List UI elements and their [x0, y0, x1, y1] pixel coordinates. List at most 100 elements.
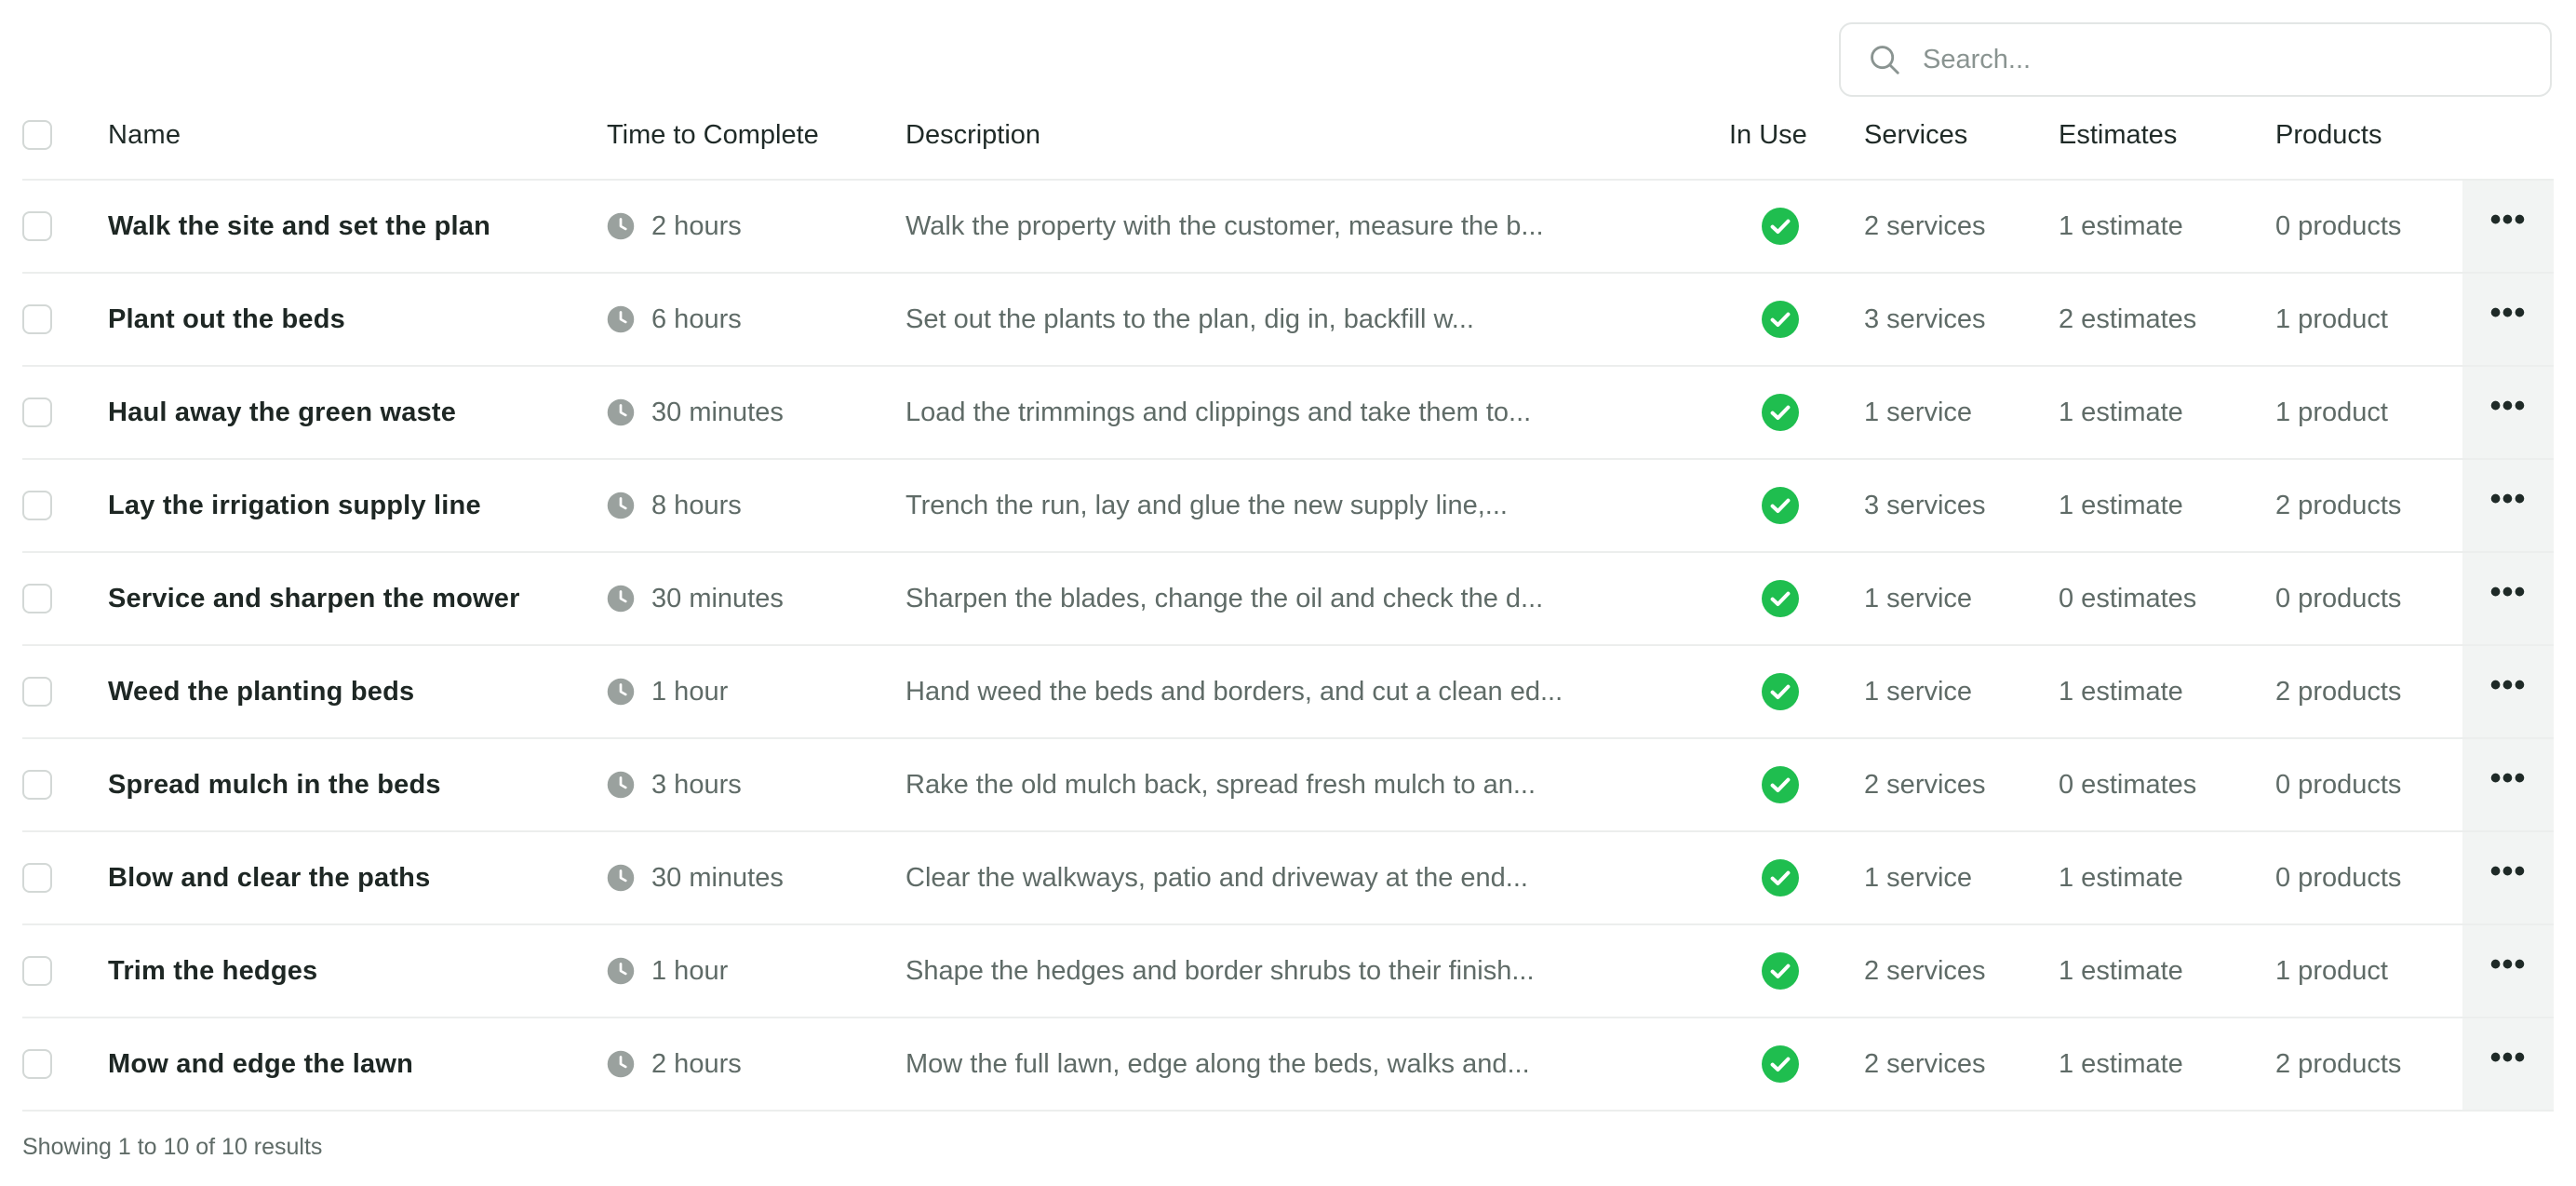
- row-checkbox[interactable]: [22, 863, 52, 893]
- task-time-value: 6 hours: [651, 303, 742, 334]
- task-description: Clear the walkways, patio and driveway a…: [906, 862, 1528, 893]
- task-estimates: 1 estimate: [2059, 955, 2183, 986]
- task-name[interactable]: Trim the hedges: [108, 925, 592, 1017]
- task-time-value: 2 hours: [651, 1048, 742, 1079]
- task-services: 1 service: [1864, 583, 1973, 613]
- task-description: Load the trimmings and clippings and tak…: [906, 397, 1532, 427]
- select-all-checkbox[interactable]: [22, 120, 52, 150]
- task-name[interactable]: Weed the planting beds: [108, 646, 592, 737]
- table-header: Name Time to Complete Description In Use…: [22, 91, 2554, 181]
- task-products: 1 product: [2275, 303, 2388, 334]
- clock-icon: [607, 957, 635, 985]
- task-name[interactable]: Walk the site and set the plan: [108, 181, 592, 272]
- table-row[interactable]: Walk the site and set the plan 2 hours Wal…: [22, 181, 2554, 274]
- column-header-name[interactable]: Name: [108, 91, 592, 179]
- task-time-value: 8 hours: [651, 490, 742, 520]
- task-products: 0 products: [2275, 862, 2402, 893]
- more-horizontal-icon[interactable]: •••: [2490, 297, 2527, 329]
- more-horizontal-icon[interactable]: •••: [2490, 949, 2527, 980]
- task-description: Set out the plants to the plan, dig in, …: [906, 303, 1474, 334]
- table-row[interactable]: Weed the planting beds 1 hour Hand weed th…: [22, 646, 2554, 739]
- task-name[interactable]: Service and sharpen the mower: [108, 553, 592, 644]
- column-header-products[interactable]: Products: [2275, 91, 2462, 179]
- row-select-cell: [22, 832, 78, 923]
- row-actions-cell: •••: [2462, 553, 2554, 644]
- task-estimates: 1 estimate: [2059, 676, 2183, 707]
- column-header-services[interactable]: Services: [1864, 91, 2041, 179]
- task-services: 2 services: [1864, 1048, 1986, 1079]
- more-horizontal-icon[interactable]: •••: [2490, 576, 2527, 608]
- task-products: 2 products: [2275, 676, 2402, 707]
- clock-icon: [607, 864, 635, 892]
- table-row[interactable]: Spread mulch in the beds 3 hours Rake the …: [22, 739, 2554, 832]
- row-select-cell: [22, 460, 78, 551]
- column-header-description[interactable]: Description: [906, 91, 1631, 179]
- task-time-value: 30 minutes: [651, 583, 784, 613]
- table-row[interactable]: Service and sharpen the mower 30 minutes S…: [22, 553, 2554, 646]
- task-time: 30 minutes: [607, 553, 895, 644]
- row-checkbox[interactable]: [22, 770, 52, 800]
- more-horizontal-icon[interactable]: •••: [2490, 856, 2527, 887]
- task-estimates: 1 estimate: [2059, 490, 2183, 520]
- task-products: 1 product: [2275, 397, 2388, 427]
- more-horizontal-icon[interactable]: •••: [2490, 669, 2527, 701]
- row-select-cell: [22, 181, 78, 272]
- clock-icon: [607, 1050, 635, 1078]
- task-time: 8 hours: [607, 460, 895, 551]
- table-row[interactable]: Haul away the green waste 30 minutes Load …: [22, 367, 2554, 460]
- column-header-estimates[interactable]: Estimates: [2059, 91, 2254, 179]
- task-services: 1 service: [1864, 862, 1973, 893]
- pagination-summary: Showing 1 to 10 of 10 results: [22, 1134, 323, 1160]
- task-time: 1 hour: [607, 925, 895, 1017]
- row-select-cell: [22, 925, 78, 1017]
- more-horizontal-icon[interactable]: •••: [2490, 204, 2527, 236]
- task-time-value: 2 hours: [651, 210, 742, 241]
- clock-icon: [607, 492, 635, 519]
- task-services: 1 service: [1864, 397, 1973, 427]
- task-time-value: 30 minutes: [651, 862, 784, 893]
- in-use-cell: [1729, 181, 1831, 272]
- in-use-cell: [1729, 832, 1831, 923]
- task-time: 2 hours: [607, 1018, 895, 1110]
- row-checkbox[interactable]: [22, 304, 52, 334]
- column-header-time[interactable]: Time to Complete: [607, 91, 895, 179]
- task-description: Shape the hedges and border shrubs to th…: [906, 955, 1535, 986]
- row-select-cell: [22, 1018, 78, 1110]
- table-row[interactable]: Lay the irrigation supply line 8 hours Tre…: [22, 460, 2554, 553]
- check-circle-icon: [1762, 580, 1799, 617]
- row-select-cell: [22, 367, 78, 458]
- table-row[interactable]: Blow and clear the paths 30 minutes Clear …: [22, 832, 2554, 925]
- clock-icon: [607, 678, 635, 706]
- row-checkbox[interactable]: [22, 211, 52, 241]
- row-checkbox[interactable]: [22, 584, 52, 613]
- more-horizontal-icon[interactable]: •••: [2490, 762, 2527, 794]
- task-name[interactable]: Mow and edge the lawn: [108, 1018, 592, 1110]
- column-header-in-use[interactable]: In Use: [1729, 91, 1831, 179]
- row-checkbox[interactable]: [22, 398, 52, 427]
- table-row[interactable]: Plant out the beds 6 hours Set out the pla…: [22, 274, 2554, 367]
- check-circle-icon: [1762, 301, 1799, 338]
- task-services: 1 service: [1864, 676, 1973, 707]
- row-checkbox[interactable]: [22, 677, 52, 707]
- in-use-cell: [1729, 460, 1831, 551]
- task-estimates: 1 estimate: [2059, 397, 2183, 427]
- search-input[interactable]: [1921, 43, 2502, 76]
- more-horizontal-icon[interactable]: •••: [2490, 1042, 2527, 1073]
- table-row[interactable]: Trim the hedges 1 hour Shape the hedges an…: [22, 925, 2554, 1018]
- task-services: 2 services: [1864, 955, 1986, 986]
- more-horizontal-icon[interactable]: •••: [2490, 483, 2527, 515]
- task-name[interactable]: Plant out the beds: [108, 274, 592, 365]
- task-name[interactable]: Spread mulch in the beds: [108, 739, 592, 830]
- row-checkbox[interactable]: [22, 956, 52, 986]
- more-horizontal-icon[interactable]: •••: [2490, 390, 2527, 422]
- table-row[interactable]: Mow and edge the lawn 2 hours Mow the full…: [22, 1018, 2554, 1112]
- task-name[interactable]: Haul away the green waste: [108, 367, 592, 458]
- row-checkbox[interactable]: [22, 491, 52, 520]
- row-select-cell: [22, 553, 78, 644]
- row-checkbox[interactable]: [22, 1049, 52, 1079]
- task-name[interactable]: Lay the irrigation supply line: [108, 460, 592, 551]
- search-box[interactable]: [1839, 22, 2552, 97]
- search-icon: [1871, 46, 1899, 74]
- task-name[interactable]: Blow and clear the paths: [108, 832, 592, 923]
- in-use-cell: [1729, 739, 1831, 830]
